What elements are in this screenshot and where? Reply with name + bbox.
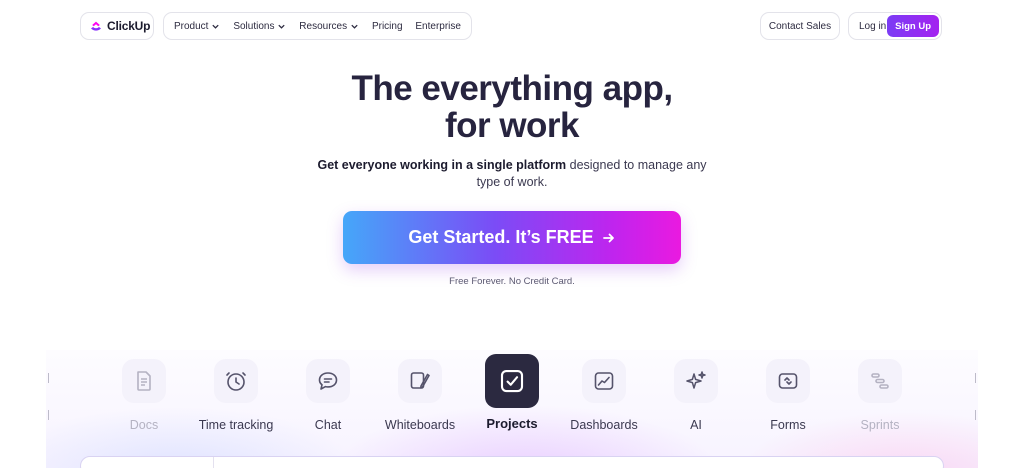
strip-edge-tick [975, 373, 976, 383]
feature-label: AI [690, 418, 702, 432]
feature-tab-forms[interactable]: Forms [742, 359, 834, 432]
contact-sales-button[interactable]: Contact Sales [760, 12, 840, 40]
main-menu: Product Solutions Resources Pricing Ente… [163, 12, 472, 40]
hero-subtitle-rest: designed to manage any [566, 158, 707, 172]
feature-icon-tile [485, 354, 539, 408]
hero-title-line2: for work [444, 106, 580, 145]
strip-edge-tick [975, 410, 976, 420]
feature-icon-tile [122, 359, 166, 403]
contact-sales-label: Contact Sales [768, 20, 832, 32]
feature-icon-tile [306, 359, 350, 403]
feature-label: Whiteboards [384, 418, 456, 432]
chevron-down-icon [351, 24, 358, 29]
menu-resources[interactable]: Resources [299, 21, 359, 32]
hero-title: The everything app, for work [0, 70, 1024, 144]
menu-product[interactable]: Product [174, 21, 220, 32]
hero-subtitle-bold: Get everyone working in a single platfor… [317, 158, 567, 172]
menu-solutions[interactable]: Solutions [233, 21, 286, 32]
feature-label: Docs [129, 418, 159, 432]
feature-tab-docs[interactable]: Docs [98, 359, 190, 432]
feature-icon-tile [674, 359, 718, 403]
clickup-logo-icon [91, 21, 101, 31]
feature-label: Sprints [860, 418, 900, 432]
feature-icon-tile [582, 359, 626, 403]
get-started-button[interactable]: Get Started. It’s FREE [343, 211, 681, 264]
checkbox-icon [500, 369, 524, 393]
hero-subtitle: Get everyone working in a single platfor… [0, 157, 1024, 191]
top-nav: ClickUp Product Solutions Resources Pric… [0, 12, 1024, 40]
feature-icon-tile [398, 359, 442, 403]
feature-label: Forms [770, 418, 806, 432]
feature-label: Dashboards [570, 418, 638, 432]
strip-edge-tick [48, 373, 49, 383]
hero-subtitle-line2: type of work. [476, 175, 548, 189]
strip-edge-tick [48, 410, 49, 420]
menu-label: Pricing [371, 20, 403, 32]
feature-label: Chat [314, 418, 342, 432]
app-preview-window [80, 456, 944, 468]
sparkle-icon [686, 371, 706, 389]
auth-group: Log in Sign Up [848, 12, 942, 40]
menu-enterprise[interactable]: Enterprise [415, 21, 461, 32]
clock-icon [226, 372, 246, 391]
get-started-label: Get Started. It’s FREE [408, 227, 594, 247]
menu-label: Enterprise [415, 20, 461, 32]
menu-label: Resources [299, 20, 348, 32]
login-button[interactable]: Log in [859, 21, 886, 32]
feature-tab-chat[interactable]: Chat [282, 359, 374, 432]
arrow-right-icon [602, 233, 614, 242]
menu-pricing[interactable]: Pricing [372, 21, 403, 32]
feature-tab-whiteboards[interactable]: Whiteboards [374, 359, 466, 432]
feature-icon-tile [214, 359, 258, 403]
feature-tab-sprints[interactable]: Sprints [834, 359, 926, 432]
docs-icon [137, 371, 151, 391]
whiteboard-icon [410, 372, 430, 389]
chevron-down-icon [278, 24, 286, 29]
feature-tab-dashboards[interactable]: Dashboards [558, 359, 650, 432]
feature-tab-time-tracking[interactable]: Time tracking [190, 359, 282, 432]
hero-subtitle-line1: Get everyone working in a single platfor… [0, 157, 1024, 174]
feature-icon-tile [766, 359, 810, 403]
feature-tab-ai[interactable]: AI [650, 359, 742, 432]
brand-name: ClickUp [107, 19, 151, 33]
menu-label: Solutions [233, 20, 275, 32]
feature-tab-projects[interactable]: Projects [466, 354, 558, 431]
forms-icon [778, 373, 798, 389]
chat-icon [318, 372, 338, 390]
logo-link[interactable]: ClickUp [80, 12, 154, 40]
preview-sidebar-divider [213, 457, 214, 468]
cta-note: Free Forever. No Credit Card. [449, 276, 575, 287]
feature-label: Time tracking [198, 418, 274, 432]
menu-label: Product [174, 20, 209, 32]
hero-title-line1: The everything app, [351, 69, 673, 108]
chevron-down-icon [212, 24, 220, 29]
feature-label: Projects [486, 416, 538, 431]
signup-button[interactable]: Sign Up [887, 15, 939, 37]
feature-icon-tile [858, 359, 902, 403]
dashboard-icon [594, 372, 614, 390]
sprints-icon [871, 373, 889, 389]
